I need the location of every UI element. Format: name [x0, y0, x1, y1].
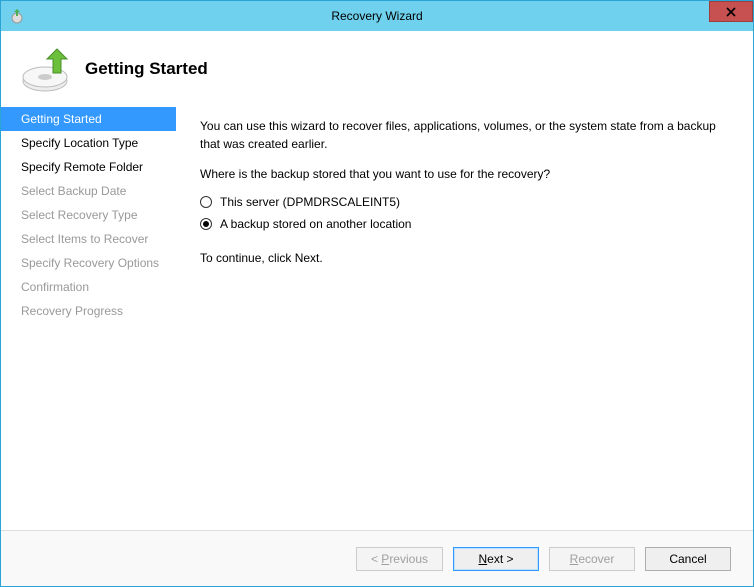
recovery-wizard-window: Recovery Wizard Getting Started Getting …	[0, 0, 754, 587]
step-confirmation: Confirmation	[1, 275, 176, 299]
window-title: Recovery Wizard	[1, 9, 753, 23]
wizard-content: You can use this wizard to recover files…	[176, 107, 753, 530]
recovery-large-icon	[19, 43, 71, 95]
intro-text: You can use this wizard to recover files…	[200, 117, 729, 153]
previous-button: < Previous	[356, 547, 443, 571]
radio-label-this-server: This server (DPMDRSCALEINT5)	[220, 195, 400, 209]
recover-button-label: Recover	[570, 552, 615, 566]
previous-button-label: < Previous	[371, 552, 428, 566]
step-select-backup-date: Select Backup Date	[1, 179, 176, 203]
step-select-recovery-type: Select Recovery Type	[1, 203, 176, 227]
radio-label-other-location: A backup stored on another location	[220, 217, 411, 231]
cancel-button[interactable]: Cancel	[645, 547, 731, 571]
radio-icon	[200, 196, 212, 208]
step-recovery-progress: Recovery Progress	[1, 299, 176, 323]
step-getting-started[interactable]: Getting Started	[1, 107, 176, 131]
question-text: Where is the backup stored that you want…	[200, 165, 729, 183]
radio-other-location[interactable]: A backup stored on another location	[200, 217, 729, 231]
wizard-body: Getting Started Specify Location Type Sp…	[1, 107, 753, 530]
next-button-label: Next >	[478, 552, 513, 566]
step-specify-location-type[interactable]: Specify Location Type	[1, 131, 176, 155]
recover-button: Recover	[549, 547, 635, 571]
radio-this-server[interactable]: This server (DPMDRSCALEINT5)	[200, 195, 729, 209]
page-title: Getting Started	[85, 59, 208, 79]
radio-icon	[200, 218, 212, 230]
step-select-items-to-recover: Select Items to Recover	[1, 227, 176, 251]
cancel-button-label: Cancel	[669, 552, 706, 566]
close-button[interactable]	[709, 1, 753, 22]
next-button[interactable]: Next >	[453, 547, 539, 571]
wizard-footer: < Previous Next > Recover Cancel	[1, 530, 753, 586]
continue-hint: To continue, click Next.	[200, 249, 729, 267]
titlebar[interactable]: Recovery Wizard	[1, 1, 753, 31]
wizard-header: Getting Started	[1, 31, 753, 107]
step-specify-remote-folder[interactable]: Specify Remote Folder	[1, 155, 176, 179]
wizard-steps-sidebar: Getting Started Specify Location Type Sp…	[1, 107, 176, 530]
step-specify-recovery-options: Specify Recovery Options	[1, 251, 176, 275]
